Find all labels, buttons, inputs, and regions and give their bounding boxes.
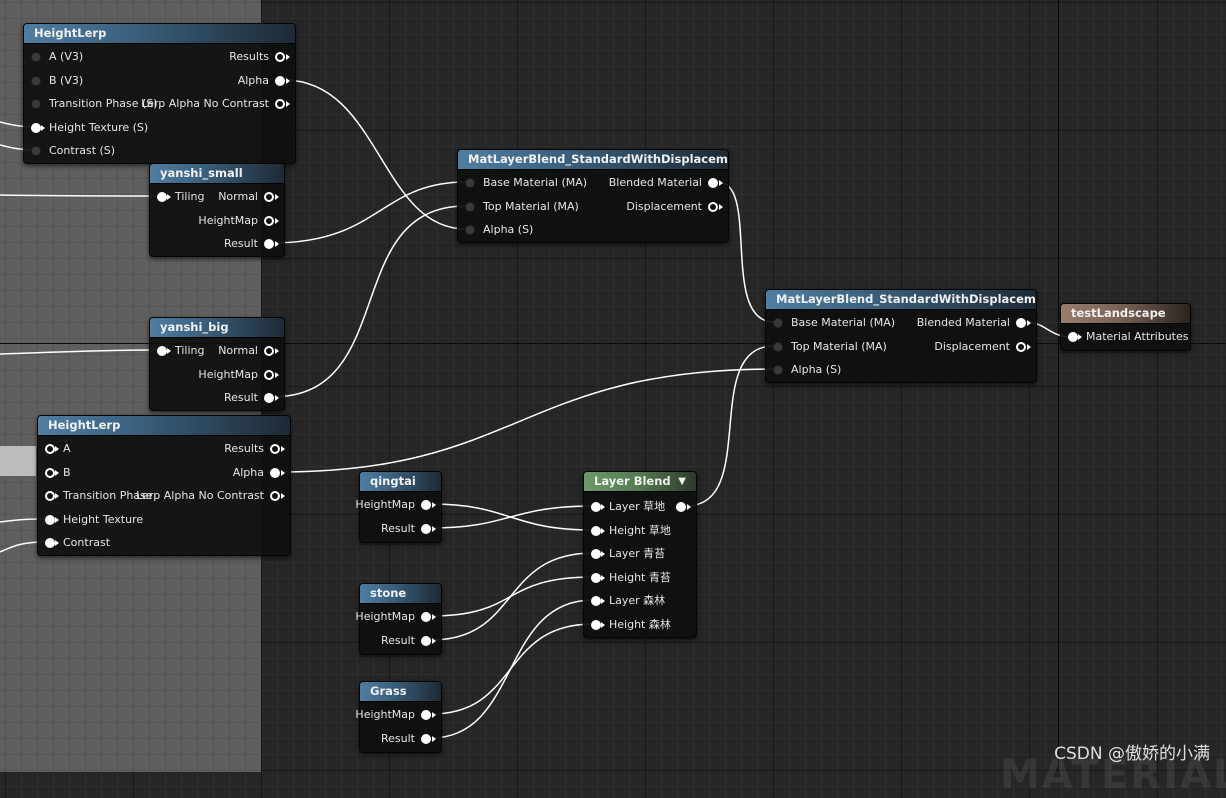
- output-pin-alpha[interactable]: Alpha: [238, 73, 290, 89]
- output-pin-result[interactable]: Result: [224, 390, 279, 406]
- input-pin-height-moss[interactable]: Height 青苔: [591, 570, 671, 586]
- output-pin-heightmap[interactable]: HeightMap: [355, 497, 436, 513]
- input-pin-contrast[interactable]: Contrast (S): [31, 143, 115, 159]
- node-title: testLandscape: [1061, 304, 1190, 324]
- output-pin-heightmap[interactable]: HeightMap: [198, 213, 279, 229]
- input-pin-top-material[interactable]: Top Material (MA): [773, 339, 887, 355]
- input-pin-material-attributes[interactable]: Material Attributes: [1068, 329, 1189, 345]
- input-pin-alpha[interactable]: Alpha (S): [465, 222, 533, 238]
- node-title: HeightLerp: [38, 416, 290, 436]
- input-pin-base-material[interactable]: Base Material (MA): [465, 175, 587, 191]
- output-pin-displacement[interactable]: Displacement: [626, 199, 723, 215]
- heightlerp-node-top[interactable]: HeightLerp A (V3) B (V3) Transition Phas…: [23, 23, 296, 164]
- node-title: stone: [360, 584, 441, 604]
- testlandscape-output-node[interactable]: testLandscape Material Attributes: [1060, 303, 1191, 351]
- input-pin-height-texture[interactable]: Height Texture: [45, 512, 143, 528]
- output-pin-displacement[interactable]: Displacement: [934, 339, 1031, 355]
- wire-small-result-to-blend1-base: [271, 181, 467, 244]
- input-pin-transition-phase[interactable]: Transition Phase (S): [31, 96, 158, 112]
- node-title: MatLayerBlend_StandardWithDisplacement: [766, 290, 1036, 310]
- output-pin-alpha[interactable]: Alpha: [233, 465, 285, 481]
- node-title: yanshi_big: [150, 318, 284, 338]
- output-pin-heightmap[interactable]: HeightMap: [198, 367, 279, 383]
- matlayerblend-node-1[interactable]: MatLayerBlend_StandardWithDisplacement B…: [457, 149, 729, 243]
- wire-grass-result-to-layer-forest: [430, 599, 594, 739]
- output-pin-result[interactable]: Result: [381, 633, 436, 649]
- qingtai-node[interactable]: qingtai HeightMap Result: [355, 471, 442, 543]
- output-pin-result[interactable]: Result: [381, 731, 436, 747]
- input-pin-height-grass[interactable]: Height 草地: [591, 523, 671, 539]
- input-pin-b[interactable]: B (V3): [31, 73, 83, 89]
- output-pin-result[interactable]: Result: [381, 521, 436, 537]
- node-title: yanshi_small: [150, 164, 284, 184]
- input-pin-a[interactable]: A (V3): [31, 49, 83, 65]
- input-pin-layer-grass[interactable]: Layer 草地: [591, 499, 665, 515]
- node-title: HeightLerp: [24, 24, 295, 44]
- wire-alpha-to-blend1-alpha: [283, 79, 467, 230]
- input-pin-alpha[interactable]: Alpha (S): [773, 362, 841, 378]
- output-pin-normal[interactable]: Normal: [218, 343, 279, 359]
- input-pin-tiling[interactable]: Tiling: [157, 343, 205, 359]
- input-pin-layer-forest[interactable]: Layer 森林: [591, 593, 665, 609]
- wire-offscreen-to-big-tiling: [0, 349, 157, 355]
- input-pin-height-forest[interactable]: Height 森林: [591, 617, 671, 633]
- output-pin-results[interactable]: Results: [224, 441, 285, 457]
- output-pin-result[interactable]: Result: [224, 236, 279, 252]
- node-title: Grass: [360, 682, 441, 702]
- wire-stone-heightmap-to-height-moss: [430, 576, 594, 617]
- input-pin-layer-moss[interactable]: Layer 青苔: [591, 546, 665, 562]
- node-title: qingtai: [360, 472, 441, 492]
- output-pin-lerp-alpha[interactable]: Lerp Alpha No Contrast: [141, 96, 290, 112]
- yanshi-small-node[interactable]: yanshi_small Tiling Normal HeightMap Res…: [149, 163, 285, 257]
- output-pin-heightmap[interactable]: HeightMap: [355, 609, 436, 625]
- layer-blend-node[interactable]: Layer Blend ▼ Layer 草地 Height 草地 Layer 青苔…: [583, 471, 697, 638]
- wire-big-result-to-blend1-top: [271, 205, 467, 398]
- input-pin-b[interactable]: B: [45, 465, 71, 481]
- output-pin-blended-material[interactable]: Blended Material: [609, 175, 723, 191]
- grass-node[interactable]: Grass HeightMap Result: [355, 681, 442, 753]
- input-pin-tiling[interactable]: Tiling: [157, 189, 205, 205]
- heightlerp-node-bottom[interactable]: HeightLerp A B Transition Phase Height T…: [37, 415, 291, 556]
- wire-offscreen-to-small-tiling: [0, 194, 157, 197]
- yanshi-big-node[interactable]: yanshi_big Tiling Normal HeightMap Resul…: [149, 317, 285, 411]
- wire-qingtai-result-to-layer-grass: [430, 505, 594, 529]
- output-pin-normal[interactable]: Normal: [218, 189, 279, 205]
- node-title: MatLayerBlend_StandardWithDisplacement: [458, 150, 728, 170]
- input-pin-a[interactable]: A: [45, 441, 71, 457]
- chevron-down-icon[interactable]: ▼: [678, 472, 686, 491]
- stone-node[interactable]: stone HeightMap Result: [355, 583, 442, 655]
- output-pin-results[interactable]: Results: [229, 49, 290, 65]
- output-pin-blended-material[interactable]: Blended Material: [917, 315, 1031, 331]
- output-pin-lerp-alpha[interactable]: Lerp Alpha No Contrast: [136, 488, 285, 504]
- output-pin-heightmap[interactable]: HeightMap: [355, 707, 436, 723]
- input-pin-top-material[interactable]: Top Material (MA): [465, 199, 579, 215]
- input-pin-contrast[interactable]: Contrast: [45, 535, 110, 551]
- wire-heightlerp2-alpha-to-blend2-alpha: [278, 368, 775, 473]
- input-pin-base-material[interactable]: Base Material (MA): [773, 315, 895, 331]
- node-title[interactable]: Layer Blend ▼: [584, 472, 696, 492]
- matlayerblend-node-2[interactable]: MatLayerBlend_StandardWithDisplacement B…: [765, 289, 1037, 383]
- watermark-text: CSDN @傲娇的小满: [1054, 744, 1210, 764]
- input-pin-height-texture[interactable]: Height Texture (S): [31, 120, 148, 136]
